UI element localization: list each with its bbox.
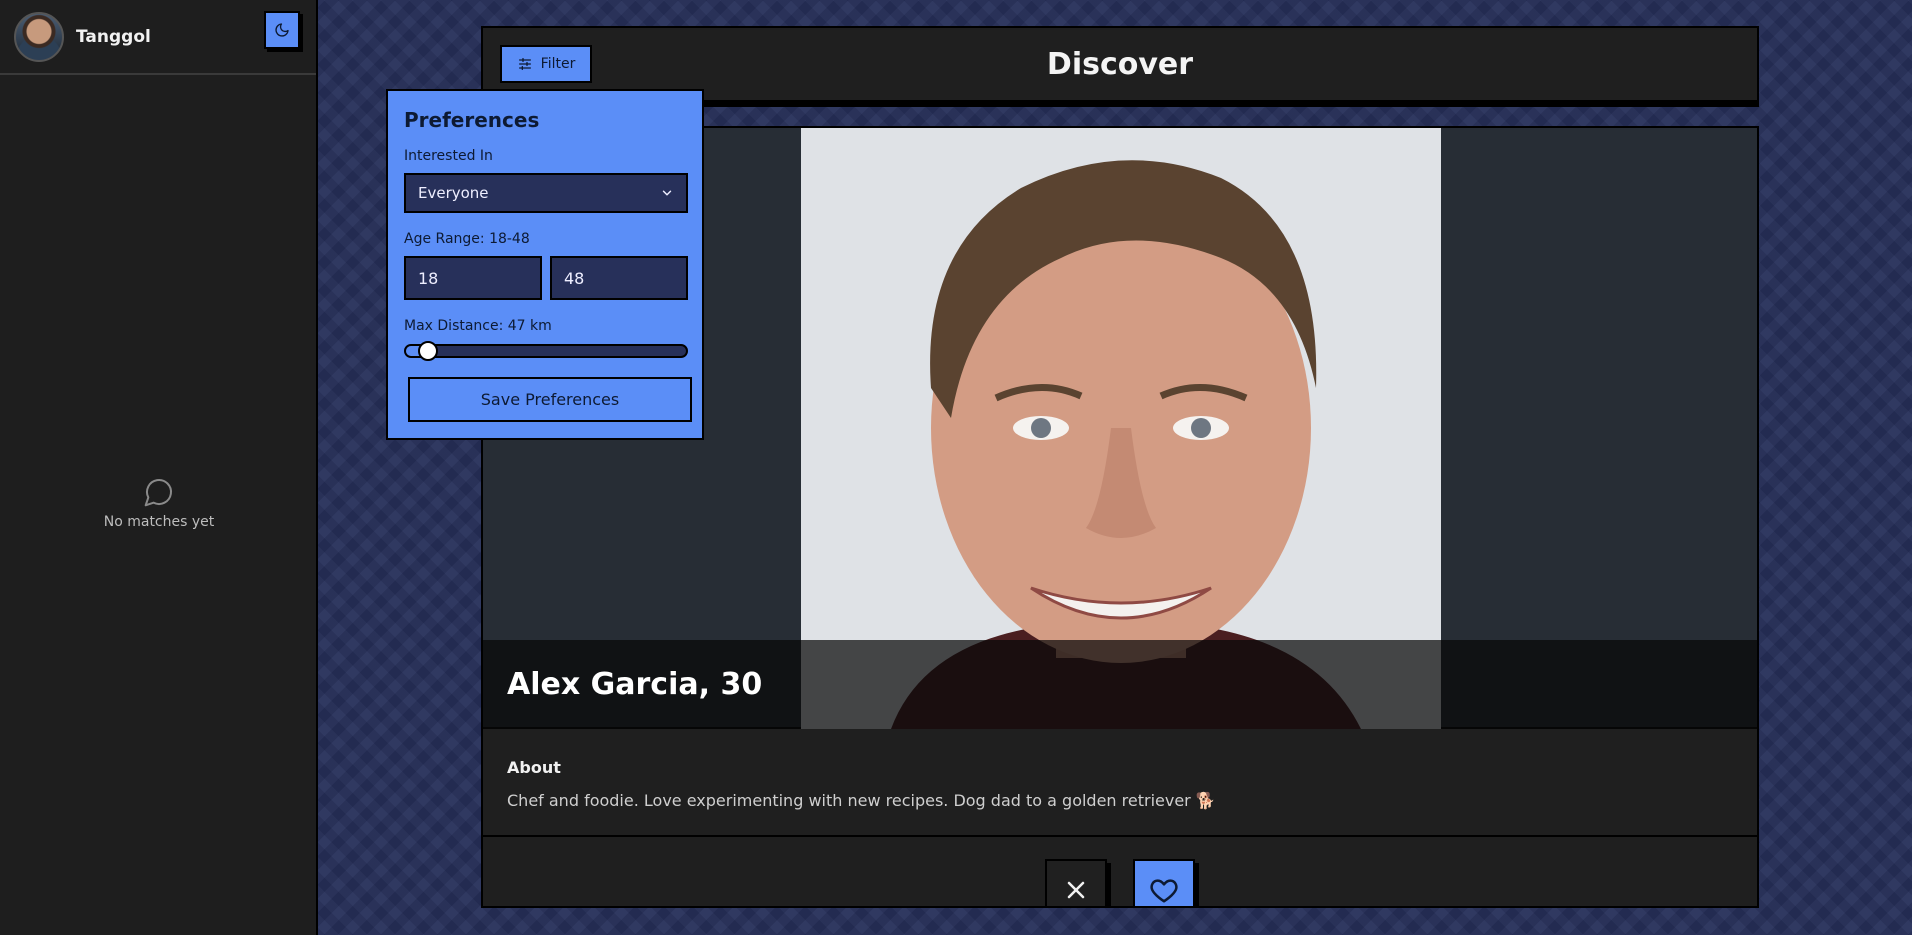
- chat-bubble-icon: [144, 479, 172, 507]
- about-heading: About: [507, 758, 561, 777]
- action-bar: [483, 839, 1757, 906]
- matches-empty-state: No matches yet: [0, 476, 318, 530]
- interested-in-select[interactable]: Everyone: [404, 173, 688, 213]
- page-title: Discover: [1046, 46, 1194, 82]
- preferences-popover: Preferences Interested In Everyone Age R…: [386, 89, 704, 440]
- age-range-label: Age Range: 18-48: [404, 231, 530, 247]
- avatar[interactable]: [14, 11, 64, 62]
- like-button[interactable]: [1133, 859, 1195, 906]
- age-range-inputs: [404, 256, 688, 300]
- filter-button[interactable]: Filter: [500, 45, 592, 83]
- interested-in-value: Everyone: [418, 184, 489, 202]
- moon-icon: [275, 23, 289, 37]
- max-distance-slider[interactable]: [404, 341, 688, 361]
- sliders-icon: [518, 58, 531, 70]
- heart-icon: [1150, 879, 1178, 903]
- preferences-title: Preferences: [404, 108, 540, 132]
- chevron-down-icon: [662, 190, 672, 196]
- max-distance-label: Max Distance: 47 km: [404, 318, 552, 334]
- profile-photo: [801, 128, 1441, 729]
- sidebar-header: Tanggol: [0, 0, 316, 75]
- interested-in-label: Interested In: [404, 148, 493, 164]
- filter-label: Filter: [540, 56, 576, 72]
- username: Tanggol: [76, 26, 151, 47]
- name-overlay: Alex Garcia, 30: [483, 640, 1757, 729]
- theme-toggle-button[interactable]: [264, 11, 300, 49]
- about-section: About Chef and foodie. Love experimentin…: [483, 731, 1757, 837]
- sidebar: Tanggol No matches yet: [0, 0, 318, 935]
- age-min-input[interactable]: [404, 256, 542, 300]
- close-icon: [1067, 881, 1085, 899]
- no-matches-text: No matches yet: [103, 514, 215, 530]
- age-max-input[interactable]: [550, 256, 688, 300]
- about-text: Chef and foodie. Love experimenting with…: [507, 791, 1216, 810]
- save-preferences-button[interactable]: Save Preferences: [408, 377, 692, 422]
- slider-thumb[interactable]: [418, 341, 438, 361]
- pass-button[interactable]: [1045, 859, 1107, 906]
- profile-name: Alex Garcia, 30: [507, 667, 763, 702]
